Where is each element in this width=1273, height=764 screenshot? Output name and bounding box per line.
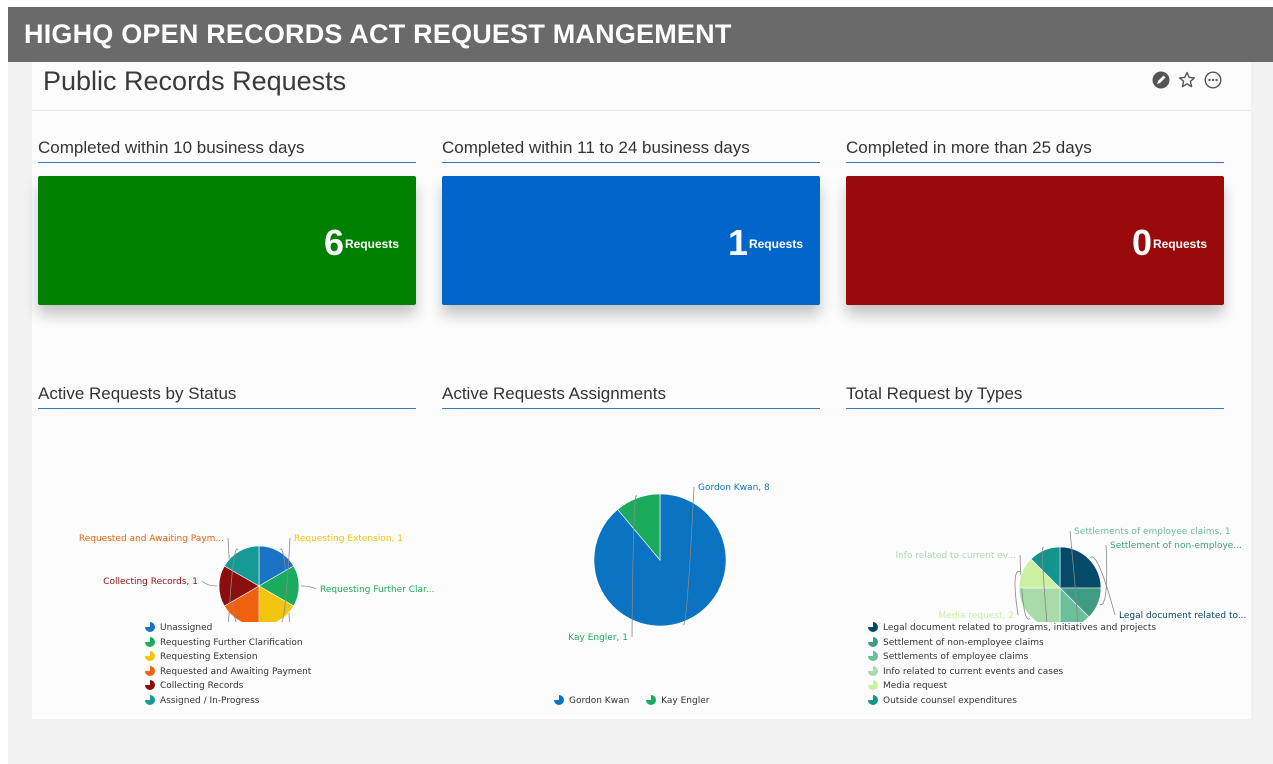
- pie-data-label: Gordon Kwan, 8: [698, 483, 770, 493]
- edit-icon[interactable]: [1152, 71, 1170, 89]
- pie-data-label: Info related to current ev...: [895, 551, 1016, 561]
- legend-label: Info related to current events and cases: [883, 666, 1064, 677]
- chart-title-rule: [442, 408, 820, 409]
- kpi-title-11-24-days: Completed within 11 to 24 business days: [442, 138, 750, 157]
- legend-item[interactable]: Outside counsel expenditures: [868, 694, 1156, 709]
- kpi-unit: Requests: [748, 237, 803, 251]
- pie-data-label: Legal document related to...: [1119, 611, 1246, 621]
- kpi-unit: Requests: [344, 237, 399, 251]
- pie-slice-icon: [868, 651, 878, 662]
- chart-title-rule: [846, 408, 1224, 409]
- pie-data-label: Settlements of employee claims, 1: [1074, 527, 1231, 537]
- pie-data-label: Requesting Extension, 1: [294, 534, 403, 544]
- chart-title-assignments: Active Requests Assignments: [442, 384, 666, 403]
- kpi-title-rule: [442, 162, 820, 163]
- chart-title-types: Total Request by Types: [846, 384, 1023, 403]
- legend-label: Assigned / In-Progress: [160, 695, 260, 706]
- legend-item[interactable]: Settlement of non-employee claims: [868, 636, 1156, 651]
- pie-leader-line: [300, 585, 317, 590]
- assignments-pie-chart: Gordon Kwan, 8 Kay Engler, 1: [568, 483, 770, 643]
- legend-item[interactable]: Assigned / In-Progress: [145, 694, 311, 709]
- types-legend: Legal document related to programs, init…: [868, 621, 1156, 709]
- status-pie-chart: Unassigned, 1Requesting Further Clar...R…: [79, 534, 435, 622]
- legend-item[interactable]: Media request: [868, 679, 1156, 694]
- chart-title-rule: [38, 408, 416, 409]
- pie-slice-icon: [145, 680, 155, 691]
- pie-slice-icon: [646, 695, 657, 705]
- types-pie-chart: Legal document related to... Settlement o…: [895, 527, 1246, 622]
- legend-item[interactable]: Requesting Further Clarification: [145, 636, 311, 651]
- pie-slice-icon: [868, 665, 878, 676]
- pie-slice-icon: [145, 636, 155, 647]
- pie-slice-icon: [554, 695, 564, 705]
- kpi-unit: Requests: [1152, 237, 1207, 251]
- legend-item[interactable]: Requested and Awaiting Payment: [145, 665, 311, 680]
- legend-item[interactable]: Collecting Records: [145, 679, 311, 694]
- pie-data-label: Requesting Further Clar...: [320, 585, 435, 595]
- pie-slice-info-related-to-current-events-and-cases[interactable]: [1018, 587, 1061, 622]
- assignments-legend: Gordon Kwan Kay Engler: [554, 695, 723, 706]
- pie-slice-icon: [868, 622, 878, 632]
- pie-slice-legal-document-related-to-programs-initiatives-and-projects[interactable]: [1059, 546, 1102, 589]
- legend-label: Requesting Further Clarification: [160, 637, 303, 648]
- app-banner: HIGHQ OPEN RECORDS ACT REQUEST MANGEMENT: [8, 7, 1273, 62]
- kpi-title-rule: [38, 162, 416, 163]
- legend-label: Settlement of non-employee claims: [883, 637, 1044, 648]
- legend-label: Unassigned: [160, 623, 213, 633]
- legend-item[interactable]: Requesting Extension: [145, 650, 311, 665]
- kpi-tile-11-24-days[interactable]: 1 Requests: [442, 176, 820, 305]
- pie-slice-icon: [868, 694, 878, 705]
- pie-slice-icon: [145, 651, 155, 662]
- page-title: Public Records Requests: [43, 66, 347, 96]
- kpi-title-rule: [846, 162, 1224, 163]
- legend-item[interactable]: Settlements of employee claims: [868, 650, 1156, 665]
- pie-data-label: Requested and Awaiting Paym...: [79, 534, 224, 544]
- legend-label: Settlements of employee claims: [883, 652, 1029, 663]
- legend-label: Kay Engler: [661, 696, 710, 706]
- main-panel: Public Records Requests Completed within…: [32, 62, 1251, 719]
- legend-label: Requesting Extension: [160, 652, 258, 663]
- pie-leader-line: [201, 580, 218, 587]
- pie-slice-icon: [868, 636, 878, 647]
- pie-slice-icon: [868, 680, 878, 691]
- more-options-icon[interactable]: [1204, 71, 1222, 89]
- legend-label: Collecting Records: [160, 681, 244, 692]
- legend-label: Requested and Awaiting Payment: [160, 666, 312, 677]
- kpi-tile-10-days[interactable]: 6 Requests: [38, 176, 416, 305]
- pie-leader-line: [1099, 544, 1108, 605]
- legend-label: Outside counsel expenditures: [883, 695, 1017, 706]
- star-icon[interactable]: [1178, 71, 1196, 89]
- pie-data-label: Media request, 2: [938, 611, 1014, 621]
- kpi-value: 6: [323, 222, 344, 263]
- kpi-tile-25-days[interactable]: 0 Requests: [846, 176, 1224, 305]
- status-legend: Unassigned Requesting Further Clarificat…: [145, 621, 311, 709]
- pie-slice-icon: [145, 622, 155, 632]
- pie-data-label: Settlement of non-employe...: [1110, 541, 1242, 551]
- legend-label: Gordon Kwan: [569, 696, 630, 706]
- chart-title-status: Active Requests by Status: [38, 384, 237, 403]
- legend-label: Media request: [883, 681, 948, 692]
- pie-data-label: Kay Engler, 1: [568, 633, 628, 643]
- legend-item[interactable]: Unassigned: [145, 621, 311, 636]
- banner-title: HIGHQ OPEN RECORDS ACT REQUEST MANGEMENT: [24, 19, 732, 49]
- pie-slice-icon: [145, 665, 155, 676]
- legend-item[interactable]: Info related to current events and cases: [868, 665, 1156, 680]
- legend-item[interactable]: Legal document related to programs, init…: [868, 621, 1156, 636]
- legend-item[interactable]: Kay Engler: [646, 695, 709, 706]
- legend-label: Legal document related to programs, init…: [883, 623, 1157, 633]
- kpi-value: 1: [727, 222, 748, 263]
- header-divider: [32, 110, 1251, 111]
- pie-slice-icon: [145, 694, 155, 705]
- pie-data-label: Collecting Records, 1: [103, 577, 198, 587]
- kpi-title-25-days: Completed in more than 25 days: [846, 138, 1092, 157]
- kpi-value: 0: [1131, 222, 1152, 263]
- kpi-title-10-days: Completed within 10 business days: [38, 138, 305, 157]
- legend-item[interactable]: Gordon Kwan: [554, 695, 629, 706]
